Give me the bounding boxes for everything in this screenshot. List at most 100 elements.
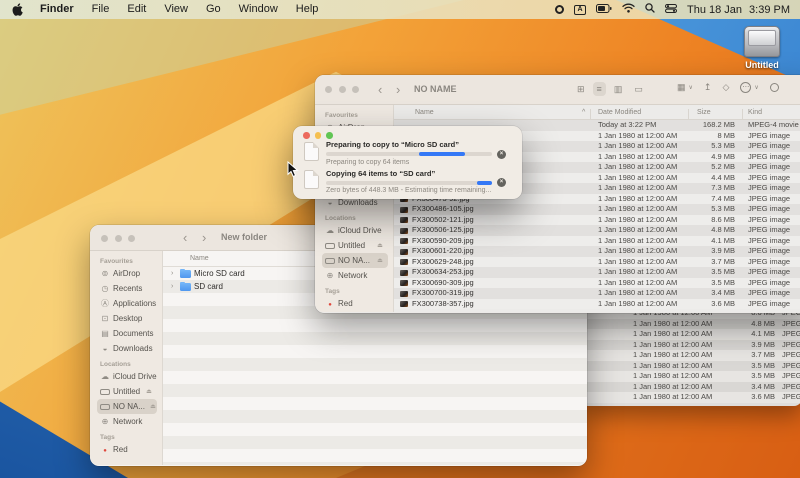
eject-icon[interactable] xyxy=(375,243,385,249)
forward-button[interactable]: › xyxy=(396,83,400,96)
sidebar-item-documents[interactable]: Documents xyxy=(97,326,157,341)
share-icon[interactable]: ↥ xyxy=(704,82,712,93)
menu-item-window[interactable]: Window xyxy=(230,0,287,19)
tag-icon[interactable]: ◇ xyxy=(722,82,729,93)
table-row[interactable]: FX300486-105.jpg1 Jan 1980 at 12:00 AM5.… xyxy=(394,204,800,215)
stop-button[interactable]: × xyxy=(497,150,506,159)
disclosure-triangle-icon[interactable]: › xyxy=(171,267,173,280)
document-icon xyxy=(304,142,319,161)
sidebar-item-desktop[interactable]: Desktop xyxy=(97,311,157,326)
table-row[interactable]: FX300700-319.jpg1 Jan 1980 at 12:00 AM3.… xyxy=(394,288,800,299)
table-row[interactable]: 1 Jan 1980 at 12:00 AM3.5 MBJPEG image xyxy=(580,361,800,372)
column-divider[interactable] xyxy=(742,109,743,120)
eject-icon[interactable] xyxy=(375,258,385,264)
grid-view-icon[interactable]: ⊞ xyxy=(573,82,589,96)
table-row[interactable]: 1 Jan 1980 at 12:00 AM3.7 MBJPEG image xyxy=(580,350,800,361)
sidebar-item-recents[interactable]: Recents xyxy=(97,281,157,296)
search-icon[interactable] xyxy=(645,3,655,16)
column-header-name[interactable]: Name xyxy=(415,109,434,116)
table-row[interactable]: FX300629-248.jpg1 Jan 1980 at 12:00 AM3.… xyxy=(394,257,800,268)
file-kind: JPEG image xyxy=(782,361,800,372)
close-button[interactable] xyxy=(101,235,108,242)
copy-progress-dialog[interactable]: Preparing to copy to “Micro SD card” × P… xyxy=(293,126,522,199)
sidebar-item-red[interactable]: Red xyxy=(97,442,157,457)
table-row[interactable]: FX300502-121.jpg1 Jan 1980 at 12:00 AM8.… xyxy=(394,215,800,226)
list-view-icon[interactable]: ≡ xyxy=(593,82,606,96)
table-row[interactable]: 1 Jan 1980 at 12:00 AM3.5 MBJPEG image xyxy=(580,371,800,382)
table-row[interactable]: 1 Jan 1980 at 12:00 AM4.1 MBJPEG image xyxy=(580,329,800,340)
sidebar-item-icloud-drive[interactable]: iCloud Drive xyxy=(97,369,157,384)
table-row[interactable]: FX300690-309.jpg1 Jan 1980 at 12:00 AM3.… xyxy=(394,278,800,289)
table-row[interactable]: 1 Jan 1980 at 12:00 AM3.6 MBJPEG image xyxy=(580,392,800,403)
battery-icon[interactable] xyxy=(596,4,612,16)
zoom-button[interactable] xyxy=(326,132,333,139)
zoom-button[interactable] xyxy=(352,86,359,93)
wifi-icon[interactable] xyxy=(622,3,635,16)
sidebar-item-network[interactable]: Network xyxy=(97,414,157,429)
sidebar-item-untitled[interactable]: Untitled xyxy=(322,238,388,253)
control-center-icon[interactable] xyxy=(665,4,677,16)
menu-item-edit[interactable]: Edit xyxy=(118,0,155,19)
search-icon[interactable] xyxy=(770,83,779,92)
table-row[interactable]: FX300506-125.jpg1 Jan 1980 at 12:00 AM4.… xyxy=(394,225,800,236)
zoom-button[interactable] xyxy=(128,235,135,242)
close-button[interactable] xyxy=(325,86,332,93)
table-row[interactable]: FX300590-209.jpg1 Jan 1980 at 12:00 AM4.… xyxy=(394,236,800,247)
sidebar-item-airdrop[interactable]: AirDrop xyxy=(97,266,157,281)
forward-button[interactable]: › xyxy=(202,231,206,244)
table-row[interactable]: FX300738-357.jpg1 Jan 1980 at 12:00 AM3.… xyxy=(394,299,800,310)
close-button[interactable] xyxy=(303,132,310,139)
column-view-icon[interactable]: ▥ xyxy=(610,82,627,96)
sidebar-item-applications[interactable]: Applications xyxy=(97,296,157,311)
minimize-button[interactable] xyxy=(315,132,322,139)
menu-item-finder[interactable]: Finder xyxy=(31,0,83,19)
list-header[interactable]: Name ^ Date Modified Size Kind xyxy=(394,105,800,120)
disclosure-triangle-icon[interactable]: › xyxy=(171,280,173,293)
sidebar-item-red[interactable]: Red xyxy=(322,296,388,311)
group-icon[interactable]: ▦ xyxy=(677,82,686,93)
sidebar-item-label: Red xyxy=(113,445,128,454)
table-row[interactable]: FX300601-220.jpg1 Jan 1980 at 12:00 AM3.… xyxy=(394,246,800,257)
table-row[interactable]: 1 Jan 1980 at 12:00 AM4.8 MBJPEG image xyxy=(580,319,800,330)
window-toolbar[interactable]: ‹ › NO NAME ⊞ ≡ ▥ ▭ ▦ ∨ ↥ ◇ ⋯ ∨ xyxy=(315,75,800,105)
menu-bar-clock[interactable]: Thu 18 Jan 3:39 PM xyxy=(687,4,790,16)
eject-icon[interactable] xyxy=(144,389,154,395)
stop-button[interactable]: × xyxy=(497,178,506,187)
record-icon[interactable] xyxy=(555,5,564,14)
window-title: New folder xyxy=(221,232,267,242)
menu-item-help[interactable]: Help xyxy=(287,0,328,19)
gallery-view-icon[interactable]: ▭ xyxy=(630,82,647,96)
sidebar-item-network[interactable]: Network xyxy=(322,268,388,283)
column-divider[interactable] xyxy=(590,109,591,120)
input-source-icon[interactable]: A xyxy=(574,5,586,15)
file-name: FX300506-125.jpg xyxy=(412,225,474,236)
column-header-kind[interactable]: Kind xyxy=(748,109,762,116)
sidebar-item-downloads[interactable]: Downloads xyxy=(97,341,157,356)
minimize-button[interactable] xyxy=(115,235,122,242)
back-button[interactable]: ‹ xyxy=(378,83,382,96)
table-row[interactable]: 1 Jan 1980 at 12:00 AM3.4 MBJPEG image xyxy=(580,382,800,393)
menu-item-view[interactable]: View xyxy=(155,0,197,19)
sidebar-item-no-na[interactable]: NO NA... xyxy=(97,399,157,414)
sidebar-item-label: iCloud Drive xyxy=(338,226,382,235)
minimize-button[interactable] xyxy=(339,86,346,93)
menu-item-file[interactable]: File xyxy=(83,0,119,19)
eject-icon[interactable] xyxy=(148,404,158,410)
sidebar-item-icloud-drive[interactable]: iCloud Drive xyxy=(322,223,388,238)
table-row[interactable]: FX300634-253.jpg1 Jan 1980 at 12:00 AM3.… xyxy=(394,267,800,278)
table-row[interactable]: 1 Jan 1980 at 12:00 AM3.9 MBJPEG image xyxy=(580,340,800,351)
column-divider[interactable] xyxy=(688,109,689,120)
background-finder-window-fragment[interactable]: 1 Jan 1980 at 12:00 AM8.6 MBJPEG image1 … xyxy=(580,312,800,406)
column-header-date[interactable]: Date Modified xyxy=(598,109,641,116)
more-icon[interactable]: ⋯ xyxy=(740,82,751,93)
sidebar-item-untitled[interactable]: Untitled xyxy=(97,384,157,399)
apple-menu-icon[interactable] xyxy=(12,3,23,16)
mouse-cursor xyxy=(287,161,300,183)
column-header-size[interactable]: Size xyxy=(697,109,711,116)
back-button[interactable]: ‹ xyxy=(183,231,187,244)
menu-item-go[interactable]: Go xyxy=(197,0,230,19)
sidebar-item-no-na[interactable]: NO NA... xyxy=(322,253,388,268)
chevron-down-icon: ∨ xyxy=(754,84,758,91)
desktop-volume[interactable]: Untitled xyxy=(736,26,788,70)
column-header-name[interactable]: Name xyxy=(190,255,209,262)
